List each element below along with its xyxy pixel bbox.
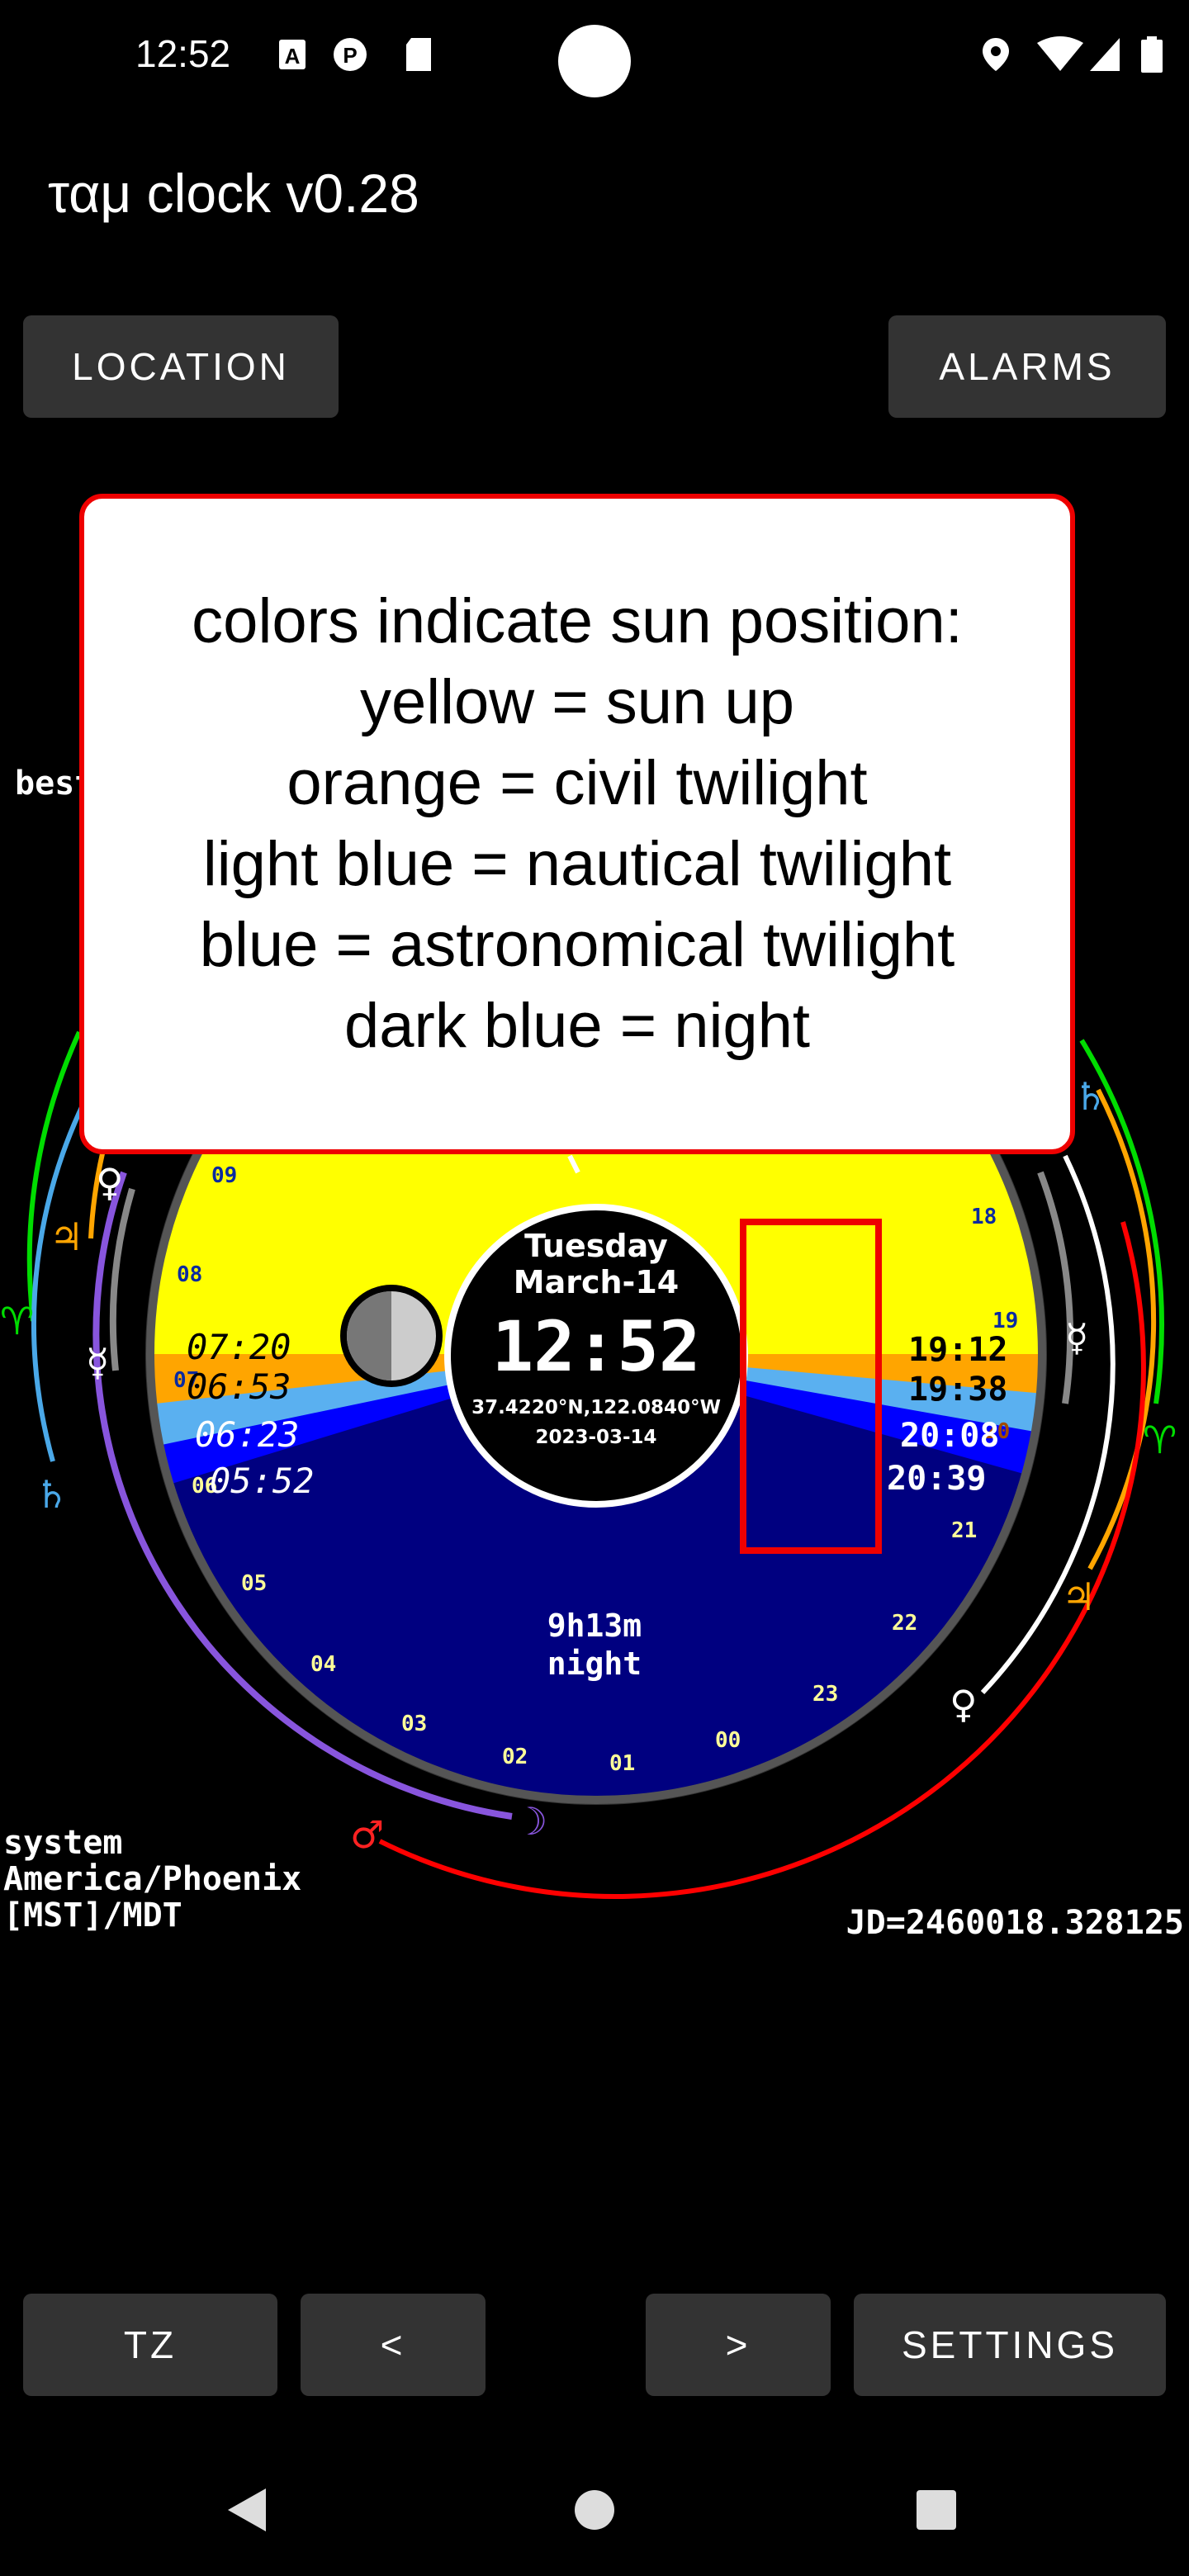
svg-text:A: A xyxy=(285,44,301,69)
date: 2023-03-14 xyxy=(535,1427,656,1448)
julian-date: JD=2460018.328125 xyxy=(846,1904,1184,1942)
night-label: night xyxy=(547,1646,642,1682)
aries-icon: ♈ xyxy=(0,1299,34,1343)
coordinates: 37.4220°N,122.0840°W xyxy=(471,1397,721,1418)
month-day: March-14 xyxy=(514,1264,679,1300)
sunset-time: 19:12 xyxy=(908,1331,1007,1369)
app-title: ταμ clock v0.28 xyxy=(48,163,419,224)
notification-a-icon: A xyxy=(279,40,306,69)
legend-tooltip[interactable]: colors indicate sun position: yellow = s… xyxy=(79,494,1075,1154)
hour-label-09: 09 xyxy=(211,1163,237,1188)
timezone-source: system xyxy=(3,1824,123,1862)
location-icon xyxy=(983,38,1009,71)
clock-center: Tuesday March-14 12:52 37.4220°N,122.084… xyxy=(444,1204,748,1508)
next-button[interactable]: > xyxy=(646,2294,831,2396)
sd-card-icon xyxy=(406,38,431,71)
nautical-dusk-time: 20:08 xyxy=(900,1417,999,1455)
saturn-icon: ♄ xyxy=(35,1472,69,1517)
camera-cutout xyxy=(558,25,631,97)
hour-label-08: 08 xyxy=(177,1262,202,1287)
moon-phase-icon xyxy=(340,1285,443,1387)
tooltip-line: colors indicate sun position: xyxy=(192,586,963,656)
navigation-bar xyxy=(0,2444,1189,2576)
tooltip-line: dark blue = night xyxy=(343,991,811,1061)
saturn-icon-right: ♄ xyxy=(1073,1074,1107,1119)
svg-text:P: P xyxy=(343,43,357,68)
moon-icon: ☽ xyxy=(514,1799,547,1844)
venus-icon-right: ♀ xyxy=(950,1682,978,1726)
hour-label-00: 00 xyxy=(715,1728,741,1753)
hour-label-19: 19 xyxy=(992,1309,1018,1333)
tooltip-line: orange = civil twilight xyxy=(287,748,868,818)
astronomical-dawn-time: 05:52 xyxy=(210,1461,314,1501)
mars-icon: ♂ xyxy=(350,1812,384,1857)
tooltip-line: yellow = sun up xyxy=(360,667,794,737)
home-icon[interactable] xyxy=(573,2488,616,2531)
hour-label-21: 21 xyxy=(951,1518,977,1543)
signal-icon xyxy=(1090,38,1120,71)
hour-label-18: 18 xyxy=(971,1205,997,1229)
back-icon[interactable] xyxy=(225,2485,271,2535)
alarms-button[interactable]: ALARMS xyxy=(888,315,1166,418)
hour-label-05: 05 xyxy=(241,1571,267,1596)
status-time: 12:52 xyxy=(135,32,231,75)
previous-button[interactable]: < xyxy=(301,2294,486,2396)
app-p-icon: P xyxy=(334,38,367,71)
tooltip-line: light blue = nautical twilight xyxy=(202,829,952,899)
recents-icon[interactable] xyxy=(915,2488,958,2531)
sunrise-time: 07:20 xyxy=(187,1327,291,1367)
civil-dusk-time: 19:38 xyxy=(908,1371,1007,1409)
venus-icon: ♀ xyxy=(96,1160,124,1205)
jupiter-icon-right: ♃ xyxy=(1062,1574,1096,1619)
civil-dawn-time: 06:53 xyxy=(187,1366,291,1407)
astronomical-dusk-time: 20:39 xyxy=(887,1460,986,1498)
timezone-info: system America/Phoenix [MST]/MDT xyxy=(3,1825,301,1934)
mercury-icon-right: ☿ xyxy=(1065,1315,1088,1360)
timezone-name: America/Phoenix xyxy=(3,1860,302,1898)
timezone-abbrev: [MST]/MDT xyxy=(3,1896,182,1934)
wifi-icon xyxy=(1037,36,1083,71)
status-bar: 12:52 A P xyxy=(0,0,1189,116)
hour-label-04: 04 xyxy=(310,1652,336,1677)
hour-label-03: 03 xyxy=(401,1712,427,1736)
hour-label-02: 02 xyxy=(502,1745,528,1769)
hour-label-01: 01 xyxy=(609,1751,635,1776)
hour-label-22: 22 xyxy=(892,1611,917,1636)
aries-icon-right: ♈ xyxy=(1143,1418,1177,1462)
timezone-button[interactable]: TZ xyxy=(23,2294,277,2396)
location-button[interactable]: LOCATION xyxy=(23,315,339,418)
tooltip-line: blue = astronomical twilight xyxy=(199,910,955,980)
hour-label-23: 23 xyxy=(812,1682,838,1707)
night-duration: 9h13m xyxy=(547,1608,642,1644)
clock-time: 12:52 xyxy=(492,1306,701,1387)
jupiter-icon: ♃ xyxy=(50,1215,83,1259)
mercury-arc-left xyxy=(109,1187,135,1371)
nautical-dawn-time: 06:23 xyxy=(195,1414,299,1455)
mercury-icon: ☿ xyxy=(86,1340,109,1385)
settings-button[interactable]: SETTINGS xyxy=(854,2294,1166,2396)
battery-icon xyxy=(1141,36,1163,73)
weekday: Tuesday xyxy=(524,1228,668,1264)
